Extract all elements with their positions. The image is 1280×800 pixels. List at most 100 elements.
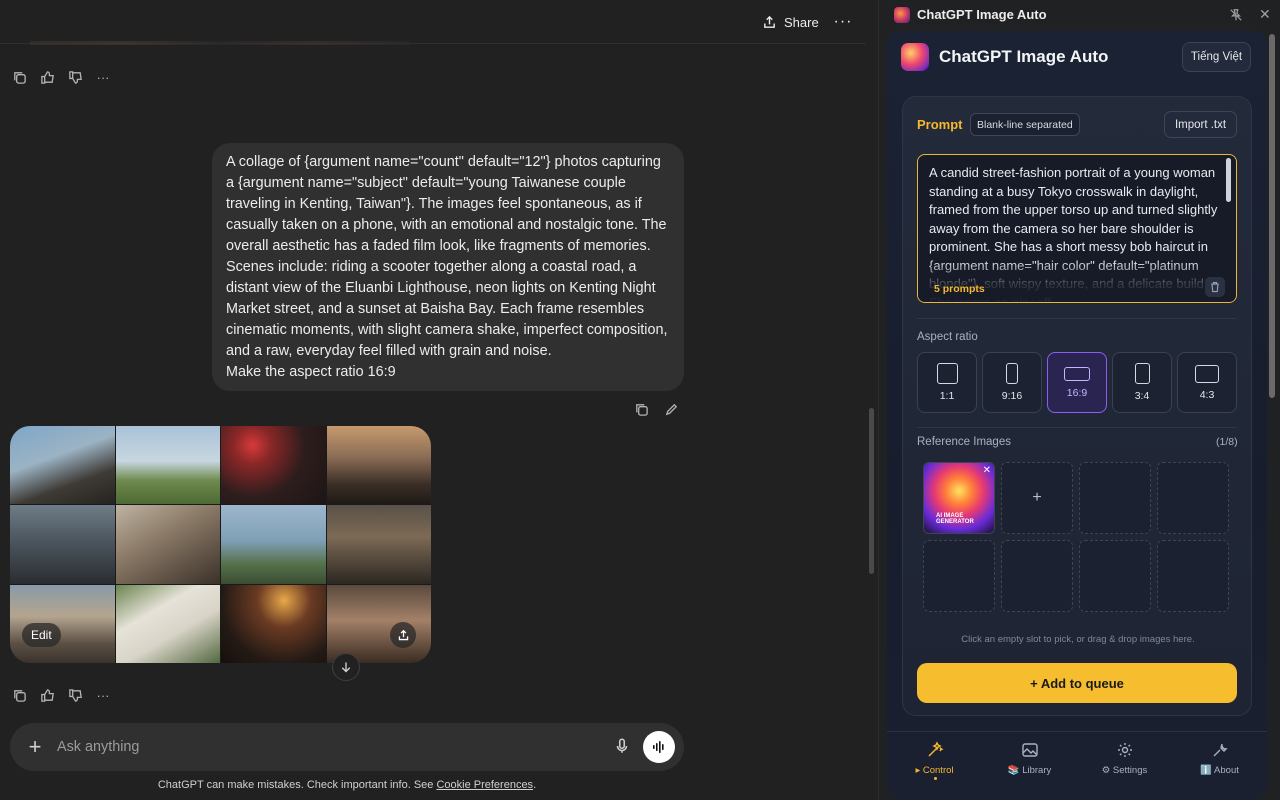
active-indicator bbox=[933, 777, 937, 780]
more-actions-icon[interactable]: ··· bbox=[94, 686, 112, 704]
disclaimer: ChatGPT can make mistakes. Check importa… bbox=[0, 779, 694, 791]
copy-icon[interactable] bbox=[10, 686, 28, 704]
thumb-caption: AI IMAGE GENERATOR bbox=[936, 513, 974, 525]
user-message-text: A collage of {argument name="count" defa… bbox=[226, 154, 668, 359]
edit-pencil-icon[interactable] bbox=[662, 400, 680, 418]
thumbs-down-icon[interactable] bbox=[66, 68, 84, 86]
collage-photo bbox=[326, 505, 431, 584]
collage-photo bbox=[115, 505, 220, 584]
disclaimer-text: ChatGPT can make mistakes. Check importa… bbox=[157, 779, 434, 791]
reference-empty-slot[interactable] bbox=[1079, 462, 1151, 534]
message-composer: + bbox=[10, 723, 684, 771]
copy-icon[interactable] bbox=[632, 400, 650, 418]
landscape-shape-icon bbox=[1064, 366, 1090, 381]
more-actions-icon[interactable]: ··· bbox=[94, 68, 112, 86]
cookie-preferences-link[interactable]: Cookie Preferences bbox=[436, 779, 533, 791]
add-to-queue-button[interactable]: + Add to queue bbox=[917, 663, 1237, 703]
collage-photo bbox=[10, 584, 115, 663]
share-label: Share bbox=[784, 14, 819, 30]
nav-library-label: 📚 Library bbox=[1007, 765, 1052, 776]
collage-photo bbox=[115, 584, 220, 663]
reference-image-grid: ✕ AI IMAGE GENERATOR + bbox=[923, 462, 1229, 612]
wrench-icon bbox=[1213, 743, 1228, 757]
prompt-scrollbar[interactable] bbox=[1226, 158, 1231, 202]
reference-add-slot[interactable]: + bbox=[1001, 462, 1073, 534]
nav-control-label: ▸ Control bbox=[915, 765, 954, 776]
remove-image-icon[interactable]: ✕ bbox=[983, 465, 991, 476]
collage-photo bbox=[221, 584, 326, 663]
aspect-ratio-4-3[interactable]: 4:3 bbox=[1177, 352, 1237, 413]
collage-photo bbox=[115, 426, 220, 505]
aspect-ratio-9-16[interactable]: 9:16 bbox=[982, 352, 1042, 413]
aspect-ratio-16-9[interactable]: 16:9 bbox=[1047, 352, 1107, 413]
reference-hint: Click an empty slot to pick, or drag & d… bbox=[961, 634, 1195, 645]
share-icon bbox=[764, 15, 775, 28]
chat-topbar: Share ··· bbox=[0, 0, 866, 45]
aspect-ratio-label-16-9: 16:9 bbox=[1066, 386, 1088, 399]
reference-images-label: Reference Images bbox=[917, 436, 1011, 448]
reference-empty-slot[interactable] bbox=[1157, 540, 1229, 612]
image-icon bbox=[1021, 743, 1038, 757]
aspect-ratio-label-4-3: 4:3 bbox=[1199, 388, 1215, 401]
portrait-shape-icon bbox=[1134, 363, 1150, 384]
thumbs-down-icon[interactable] bbox=[66, 686, 84, 704]
image-share-icon[interactable] bbox=[390, 622, 416, 648]
reference-empty-slot[interactable] bbox=[1157, 462, 1229, 534]
extension-logo-icon bbox=[894, 7, 910, 23]
reference-image-thumb[interactable]: ✕ AI IMAGE GENERATOR bbox=[923, 462, 995, 534]
image-edit-button[interactable]: Edit bbox=[22, 623, 61, 647]
nav-settings[interactable]: ⚙ Settings bbox=[1077, 732, 1172, 800]
trash-icon[interactable] bbox=[1205, 277, 1225, 297]
generated-image-collage[interactable] bbox=[10, 426, 431, 663]
microphone-icon[interactable] bbox=[613, 737, 633, 757]
disclaimer-end: . bbox=[533, 779, 537, 791]
unpin-icon[interactable] bbox=[1229, 8, 1243, 22]
import-txt-button[interactable]: Import .txt bbox=[1164, 111, 1237, 138]
previous-image-edge bbox=[30, 41, 410, 45]
prompt-textarea[interactable]: A candid street-fashion portrait of a yo… bbox=[917, 154, 1237, 303]
extension-app: ChatGPT Image Auto Tiếng Việt Prompt Bla… bbox=[887, 31, 1267, 800]
reference-empty-slot[interactable] bbox=[1001, 540, 1073, 612]
collage-photo bbox=[10, 505, 115, 584]
add-icon: + bbox=[1032, 489, 1042, 506]
landscape-shape-icon bbox=[1195, 364, 1219, 383]
add-attachment-icon[interactable]: + bbox=[24, 736, 46, 758]
app-title: ChatGPT Image Auto bbox=[939, 47, 1109, 66]
more-options-icon[interactable]: ··· bbox=[830, 8, 856, 36]
language-button[interactable]: Tiếng Việt bbox=[1182, 42, 1251, 72]
scroll-down-icon[interactable] bbox=[332, 653, 360, 681]
panel-header: ChatGPT Image Auto ✕ bbox=[879, 0, 1280, 30]
thumbs-up-icon[interactable] bbox=[38, 686, 56, 704]
aspect-ratio-label-9-16: 9:16 bbox=[1001, 390, 1023, 402]
gear-icon bbox=[1117, 743, 1132, 757]
prompt-count: 5 prompts bbox=[934, 283, 985, 295]
aspect-ratio-options: 1:1 9:16 16:9 3:4 4:3 bbox=[917, 352, 1237, 413]
chat-scrollbar[interactable] bbox=[869, 408, 874, 574]
collage-photo bbox=[221, 505, 326, 584]
collage-photo bbox=[10, 426, 115, 505]
divider bbox=[917, 318, 1237, 319]
aspect-ratio-label: Aspect ratio bbox=[917, 331, 978, 343]
collage-photo bbox=[326, 426, 431, 505]
divider bbox=[917, 427, 1237, 428]
user-message-actions bbox=[632, 400, 680, 418]
reference-empty-slot[interactable] bbox=[1079, 540, 1151, 612]
nav-control[interactable]: ▸ Control bbox=[887, 732, 982, 800]
panel-scrollbar[interactable] bbox=[1269, 34, 1275, 398]
aspect-ratio-3-4[interactable]: 3:4 bbox=[1112, 352, 1172, 413]
close-icon[interactable]: ✕ bbox=[1259, 6, 1271, 23]
nav-settings-label: ⚙ Settings bbox=[1101, 765, 1148, 776]
aspect-ratio-label-1-1: 1:1 bbox=[939, 390, 955, 402]
voice-mode-icon[interactable] bbox=[643, 731, 675, 763]
collage-photo bbox=[221, 426, 326, 505]
chat-area: Share ··· ··· A collage of {argument nam… bbox=[0, 0, 866, 800]
share-button[interactable]: Share bbox=[754, 8, 827, 36]
aspect-ratio-label-3-4: 3:4 bbox=[1134, 390, 1150, 402]
thumbs-up-icon[interactable] bbox=[38, 68, 56, 86]
composer-input[interactable] bbox=[57, 737, 577, 757]
aspect-ratio-1-1[interactable]: 1:1 bbox=[917, 352, 977, 413]
copy-icon[interactable] bbox=[10, 68, 28, 86]
nav-about[interactable]: ℹ️ About bbox=[1172, 732, 1267, 800]
reference-empty-slot[interactable] bbox=[923, 540, 995, 612]
nav-library[interactable]: 📚 Library bbox=[982, 732, 1077, 800]
